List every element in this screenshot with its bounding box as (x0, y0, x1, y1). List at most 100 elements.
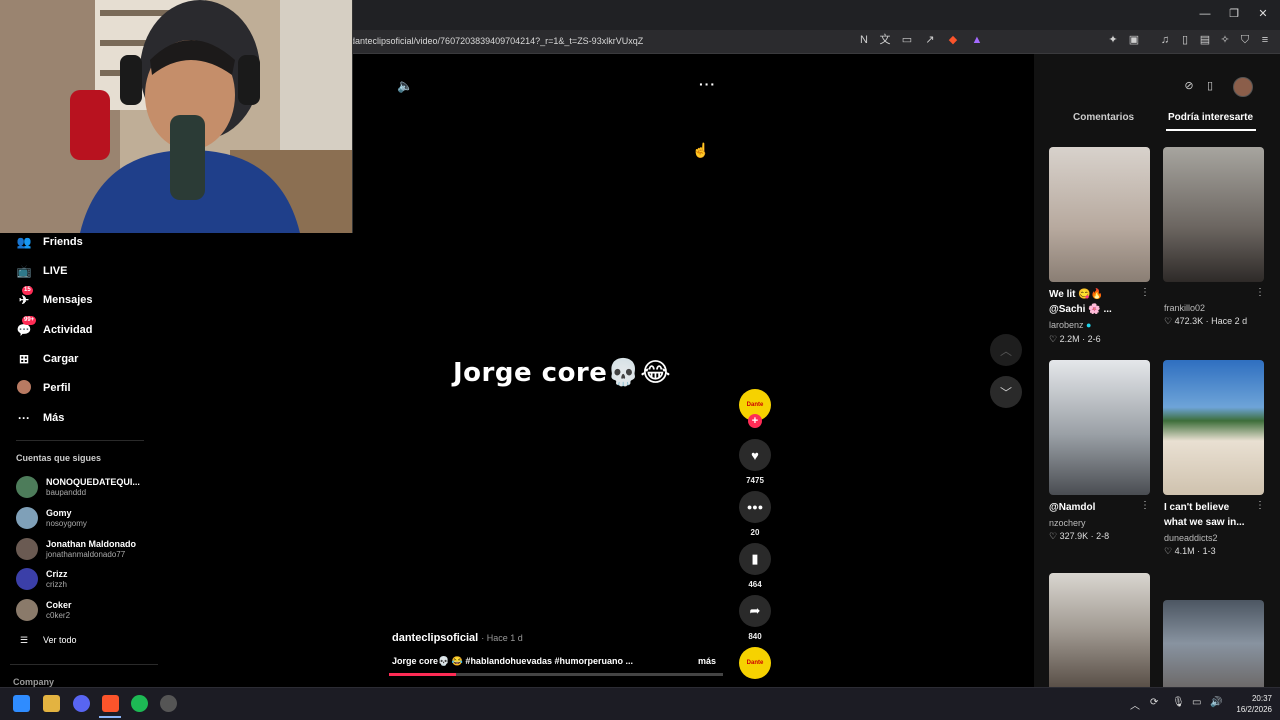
card-menu-icon[interactable]: ⋮ (1140, 287, 1150, 298)
more-button[interactable]: más (698, 656, 716, 666)
webcam-overlay (0, 0, 353, 233)
avatar (16, 599, 38, 621)
mouse-cursor-icon: ☝ (692, 142, 710, 158)
volume-tray-icon[interactable]: 🔊 (1210, 697, 1222, 708)
following-item[interactable]: Coker c0ker2 (16, 597, 156, 623)
discord-icon[interactable] (73, 695, 90, 712)
see-all-link[interactable]: ☰ Ver todo (16, 630, 77, 650)
video-thumbnail[interactable] (1163, 360, 1264, 495)
card-menu-icon[interactable]: ⋮ (1255, 287, 1265, 298)
avatar (16, 538, 38, 560)
user-avatar[interactable] (1233, 77, 1253, 97)
obs-icon[interactable] (160, 695, 177, 712)
sidebar-toggle-icon[interactable]: ▯ (1178, 33, 1192, 47)
video-thumbnail[interactable] (1049, 360, 1150, 495)
video-thumbnail[interactable] (1049, 573, 1150, 687)
share-icon[interactable]: ↗ (923, 33, 937, 47)
divider (16, 440, 144, 441)
previous-video-button[interactable]: ︿ (990, 334, 1022, 366)
card-username[interactable]: frankillo02 (1164, 303, 1205, 313)
device-icon[interactable]: ▯ (1203, 79, 1217, 95)
media-icon[interactable]: ♫ (1158, 33, 1172, 47)
explore-icon[interactable]: ⊘ (1181, 79, 1197, 95)
sidebar-item-live[interactable]: 📺 LIVE (16, 261, 68, 281)
tab-comments[interactable]: Comentarios (1073, 112, 1134, 123)
card-title[interactable]: I can't believe what we saw in... (1164, 500, 1254, 530)
streamer-camera-image (0, 0, 352, 233)
sync-icon[interactable]: ⟳ (1150, 697, 1158, 708)
sidebar-item-profile[interactable]: Perfil (16, 378, 71, 398)
follow-plus-icon[interactable]: + (748, 414, 762, 428)
brave-shield-icon[interactable]: ◆ (946, 33, 960, 47)
windows-start-icon[interactable] (13, 695, 30, 712)
volume-icon[interactable]: 🔈 (397, 78, 413, 94)
profile-avatar (16, 380, 32, 396)
extensions-icon[interactable]: ✦ (1106, 33, 1120, 47)
menu-icon[interactable]: ≡ (1258, 33, 1272, 47)
sidebar-item-activity[interactable]: 💬 99+ Actividad (16, 316, 93, 340)
video-thumbnail[interactable] (1049, 147, 1150, 282)
cast-icon[interactable]: ▭ (900, 33, 914, 47)
time: 20:37 (1251, 694, 1272, 703)
microphone-icon[interactable]: 🎙 (1172, 697, 1185, 708)
following-title: Cuentas que sigues (16, 453, 102, 463)
address-bar[interactable]: danteclipsoficial/video/7607203839409704… (350, 33, 850, 49)
leo-icon[interactable]: ✧ (1218, 33, 1232, 47)
divider (10, 664, 158, 665)
network-icon[interactable]: ▭ (1192, 697, 1201, 708)
card-username[interactable]: duneaddicts2 (1164, 533, 1218, 543)
sidebar-item-more[interactable]: ··· Más (16, 408, 64, 428)
tab-recommendations[interactable]: Podría interesarte (1168, 112, 1253, 123)
live-icon: 📺 (16, 264, 32, 278)
following-item[interactable]: Crizz crizzh (16, 566, 156, 592)
card-username[interactable]: larobenz ● (1049, 320, 1091, 330)
chevron-up-icon: ︿ (999, 343, 1012, 358)
screenshot-icon[interactable]: ▣ (1127, 33, 1141, 47)
video-thumbnail[interactable] (1163, 147, 1264, 282)
music-disc-avatar[interactable]: Dante (739, 647, 771, 679)
clock[interactable]: 20:37 16/2/2026 (1232, 693, 1272, 715)
tray-expand-icon[interactable]: ︿ (1130, 697, 1140, 712)
card-username[interactable]: nzochery (1049, 518, 1086, 528)
avatar (16, 507, 38, 529)
card-title[interactable]: We lit 😋🔥 @Sachi 🌸 ... (1049, 287, 1139, 317)
video-text-overlay: Jorge core💀😂 (453, 358, 672, 388)
share-button[interactable]: ➦ (739, 595, 771, 627)
card-menu-icon[interactable]: ⋮ (1255, 500, 1265, 511)
reader-icon[interactable]: N (857, 33, 871, 47)
messages-icon: ✈ 15 (18, 286, 33, 307)
author-name[interactable]: danteclipsoficial (392, 632, 478, 644)
active-tab-indicator (1166, 129, 1256, 131)
minimize-icon[interactable]: — (1196, 6, 1214, 22)
video-options-icon[interactable]: ··· (699, 76, 716, 92)
bookmark-icon: ▮ (751, 551, 759, 566)
next-video-button[interactable]: ﹀ (990, 376, 1022, 408)
video-thumbnail[interactable] (1163, 600, 1264, 687)
brave-browser-icon[interactable] (102, 695, 119, 712)
list-icon: ☰ (19, 635, 29, 645)
close-icon[interactable]: ✕ (1254, 6, 1272, 22)
following-item[interactable]: Gomy nosoygomy (16, 505, 156, 531)
vpn-icon[interactable]: ⛉ (1238, 33, 1252, 47)
taskbar (0, 687, 1280, 720)
brave-rewards-icon[interactable]: ▲ (970, 33, 984, 47)
sidebar-item-messages[interactable]: ✈ 15 Mensajes (16, 286, 93, 310)
wallet-icon[interactable]: ▤ (1198, 33, 1212, 47)
file-explorer-icon[interactable] (43, 695, 60, 712)
progress-bar[interactable] (389, 673, 723, 676)
chevron-down-icon: ﹀ (999, 385, 1012, 400)
translate-icon[interactable]: 文 (878, 33, 892, 47)
comment-button[interactable]: ●●● (739, 491, 771, 523)
following-item[interactable]: Jonathan Maldonado jonathanmaldonado77 (16, 536, 156, 562)
restore-icon[interactable]: ❐ (1225, 6, 1243, 22)
card-title[interactable]: @Namdol (1049, 500, 1139, 515)
sidebar-item-friends[interactable]: 👥 Friends (16, 232, 83, 252)
save-button[interactable]: ▮ (739, 543, 771, 575)
company-link[interactable]: Company (13, 677, 54, 687)
like-button[interactable]: ♥ (739, 439, 771, 471)
verified-icon: ● (1086, 320, 1092, 330)
card-menu-icon[interactable]: ⋮ (1140, 500, 1150, 511)
spotify-icon[interactable] (131, 695, 148, 712)
sidebar-item-upload[interactable]: ⊞ Cargar (16, 349, 79, 369)
following-item[interactable]: NONOQUEDATEQUI... baupanddd (16, 474, 156, 500)
